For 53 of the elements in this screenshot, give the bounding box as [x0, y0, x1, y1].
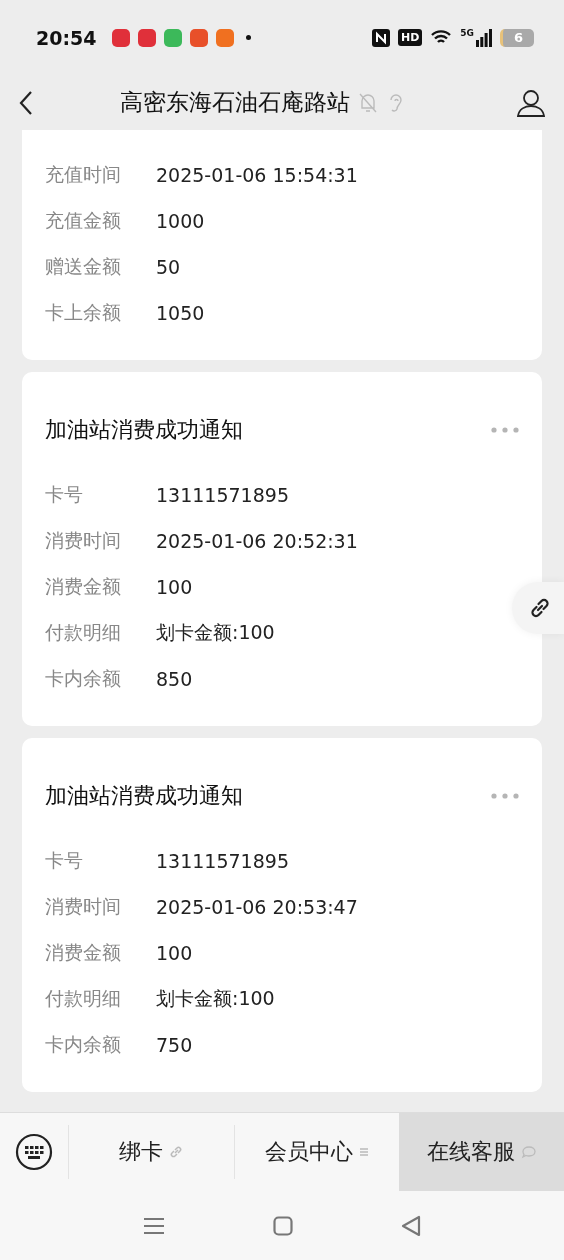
field-value: 50 — [156, 256, 181, 278]
menu-tab[interactable]: 在线客服 — [399, 1113, 564, 1191]
field-value: 100 — [156, 576, 193, 598]
field-value: 1050 — [156, 302, 205, 324]
field-label: 卡内余额 — [45, 666, 122, 691]
clock: 20:54 — [36, 26, 97, 49]
field-value: 1000 — [156, 210, 205, 232]
back-triangle-icon[interactable] — [401, 1214, 421, 1237]
field-value: 13111571895 — [156, 484, 289, 506]
field-label: 消费时间 — [45, 894, 122, 919]
card-title: 加油站消费成功通知 — [45, 782, 243, 810]
field-label: 充值时间 — [45, 162, 122, 187]
user-icon[interactable] — [516, 88, 546, 117]
field-label: 消费金额 — [45, 940, 122, 965]
field-label: 付款明细 — [45, 986, 122, 1011]
link-icon — [528, 596, 552, 620]
field-label: 付款明细 — [45, 620, 122, 645]
more-dot-icon — [246, 35, 252, 40]
chat-bubble-icon — [520, 1145, 537, 1159]
field-label: 卡号 — [45, 848, 84, 873]
field-value: 850 — [156, 668, 193, 690]
field-label: 卡内余额 — [45, 1032, 122, 1057]
menu-icon — [359, 1146, 369, 1158]
field-value: 100 — [156, 942, 193, 964]
menu-tab[interactable]: 绑卡 — [68, 1125, 234, 1179]
field-value: 划卡金额:100 — [156, 986, 275, 1011]
field-value: 2025-01-06 20:52:31 — [156, 530, 358, 552]
field-label: 卡上余额 — [45, 300, 122, 325]
field-value: 2025-01-06 20:53:47 — [156, 896, 358, 918]
field-value: 13111571895 — [156, 850, 289, 872]
ear-icon — [388, 91, 404, 114]
keyboard-icon — [15, 1133, 53, 1171]
field-value: 划卡金额:100 — [156, 620, 275, 645]
card-title: 加油站消费成功通知 — [45, 416, 243, 444]
field-label: 卡号 — [45, 482, 84, 507]
nfc-icon — [372, 28, 390, 47]
recent-apps-icon[interactable] — [143, 1216, 165, 1235]
back-icon[interactable] — [18, 89, 34, 116]
field-label: 赠送金额 — [45, 254, 122, 279]
field-value: 2025-01-06 15:54:31 — [156, 164, 358, 186]
link-icon — [169, 1145, 184, 1159]
battery-indicator: 6 — [500, 28, 534, 47]
network-type: 5G — [460, 27, 474, 38]
field-label: 消费金额 — [45, 574, 122, 599]
link-button[interactable] — [512, 582, 564, 634]
home-icon[interactable] — [273, 1215, 293, 1236]
field-value: 750 — [156, 1034, 193, 1056]
field-label: 充值金额 — [45, 208, 122, 233]
field-label: 消费时间 — [45, 528, 122, 553]
chat-title: 高密东海石油石庵路站 — [120, 88, 350, 117]
signal-icon — [476, 28, 492, 47]
muted-bell-icon — [358, 91, 378, 114]
hd-badge: HD — [398, 29, 423, 46]
